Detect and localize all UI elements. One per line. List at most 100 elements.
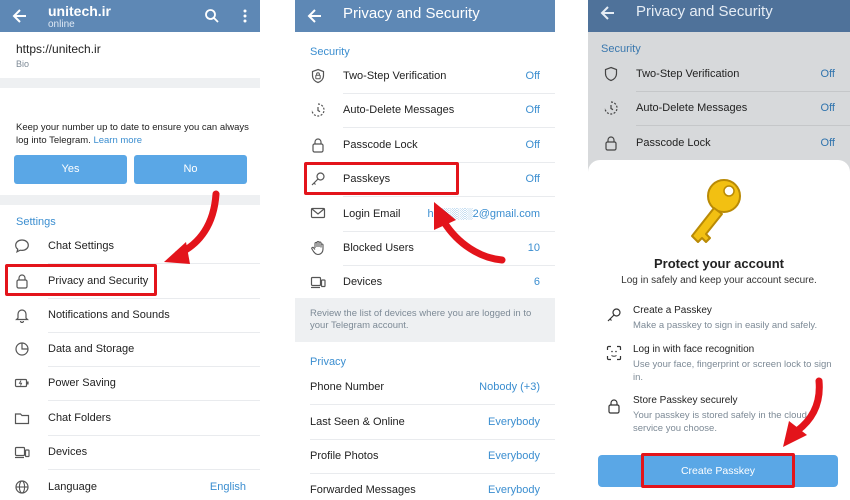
settings-item-label: Chat Settings: [48, 240, 115, 252]
row-label: Auto-Delete Messages: [343, 104, 455, 116]
divider: [310, 473, 555, 474]
row-label: Passcode Lock: [636, 137, 711, 149]
feature-desc: Make a passkey to sign in easily and saf…: [633, 320, 818, 331]
devices-note: Review the list of devices where you are…: [310, 308, 532, 331]
shield-icon: [604, 66, 618, 82]
settings-item-label: Devices: [48, 446, 88, 458]
back-arrow-icon[interactable]: [10, 6, 30, 26]
dimmed-background: Security Two-Step Verification Off Auto-…: [588, 32, 850, 172]
hand-icon: [311, 240, 324, 256]
mail-icon: [310, 207, 326, 219]
profile-status: online: [48, 19, 75, 30]
globe-icon: [15, 480, 29, 494]
row-value: Nobody (+3): [479, 381, 540, 393]
row-value: Off: [525, 173, 540, 185]
timer-icon: [311, 103, 325, 117]
row-value: Off: [820, 137, 835, 149]
divider: [48, 469, 260, 470]
row-label: Last Seen & Online: [310, 416, 405, 428]
privacy-highlight-box: [5, 264, 157, 296]
row-label: Two-Step Verification: [343, 70, 447, 82]
divider: [48, 298, 260, 299]
row-label: Devices: [343, 276, 383, 288]
row-value: Off: [820, 68, 835, 80]
divider: [636, 91, 850, 92]
devices-icon: [310, 276, 326, 289]
key-illustration-icon: [691, 179, 741, 243]
profile-name: unitech.ir: [48, 3, 112, 19]
row-label: Login Email: [343, 208, 401, 220]
bell-icon: [15, 309, 29, 323]
key-icon: [607, 308, 621, 322]
yes-button[interactable]: Yes: [14, 155, 127, 184]
folder-icon: [14, 413, 30, 425]
settings-item-label: Notifications and Sounds: [48, 309, 170, 321]
search-icon[interactable]: [204, 8, 220, 24]
row-label: Phone Number: [310, 381, 384, 393]
divider: [343, 196, 555, 197]
battery-icon: [14, 378, 29, 388]
learn-more-link[interactable]: Learn more: [93, 135, 142, 146]
back-arrow-icon[interactable]: [305, 6, 325, 26]
lock-icon: [312, 138, 324, 153]
row-label: Profile Photos: [310, 450, 379, 462]
more-menu-icon[interactable]: [237, 8, 253, 24]
chat-icon: [15, 239, 29, 253]
row-value: 6: [533, 276, 540, 288]
row-label: Forwarded Messages: [310, 484, 416, 496]
bio-value[interactable]: https://unitech.ir: [16, 42, 101, 56]
feature-title: Log in with face recognition: [633, 344, 755, 355]
section-gap: [0, 78, 260, 88]
divider: [48, 332, 260, 333]
devices-icon: [14, 446, 30, 459]
row-value: Off: [525, 139, 540, 151]
settings-item-label: Data and Storage: [48, 343, 135, 355]
row-value: Off: [525, 70, 540, 82]
back-arrow-icon[interactable]: [598, 3, 618, 23]
header-bar: Privacy and Security: [588, 0, 850, 32]
divider: [310, 404, 555, 405]
face-id-icon: [606, 345, 622, 361]
row-label: Blocked Users: [343, 242, 414, 254]
divider: [310, 439, 555, 440]
security-section-title: Security: [310, 46, 350, 58]
red-arrow-icon: [783, 377, 823, 447]
page-title: Privacy and Security: [343, 5, 480, 22]
settings-section-title: Settings: [16, 216, 56, 228]
pie-chart-icon: [15, 342, 29, 356]
settings-item-label: Language: [48, 481, 97, 493]
divider: [343, 127, 555, 128]
no-button[interactable]: No: [134, 155, 247, 184]
number-prompt-text: Keep your number up to date to ensure yo…: [16, 121, 252, 147]
divider: [48, 400, 260, 401]
row-label: Passcode Lock: [343, 139, 418, 151]
timer-icon: [604, 101, 618, 115]
divider: [48, 366, 260, 367]
row-value: Off: [525, 104, 540, 116]
header-bar: unitech.ir online: [0, 0, 260, 32]
divider: [343, 93, 555, 94]
settings-item-label: Chat Folders: [48, 412, 111, 424]
lock-icon: [608, 399, 620, 414]
page-title: Privacy and Security: [636, 3, 773, 20]
row-value: 10: [527, 242, 540, 254]
passkeys-highlight-box: [304, 162, 459, 195]
sheet-subtitle: Log in safely and keep your account secu…: [621, 275, 817, 286]
security-section-title: Security: [601, 43, 641, 55]
red-arrow-icon: [434, 202, 506, 264]
divider: [48, 435, 260, 436]
create-passkey-highlight-box: [641, 453, 795, 488]
row-value: Everybody: [488, 450, 540, 462]
row-value: Off: [820, 102, 835, 114]
sheet-title: Protect your account: [653, 256, 785, 271]
row-value: Everybody: [488, 484, 540, 496]
privacy-section-title: Privacy: [310, 356, 347, 368]
shield-icon: [311, 68, 325, 84]
language-value: English: [209, 481, 246, 493]
feature-title: Store Passkey securely: [633, 395, 738, 406]
bio-label: Bio: [16, 59, 30, 69]
devices-note-area: Review the list of devices where you are…: [295, 298, 555, 342]
header-bar: Privacy and Security: [295, 0, 555, 32]
divider: [636, 125, 850, 126]
red-arrow-icon: [164, 190, 220, 264]
